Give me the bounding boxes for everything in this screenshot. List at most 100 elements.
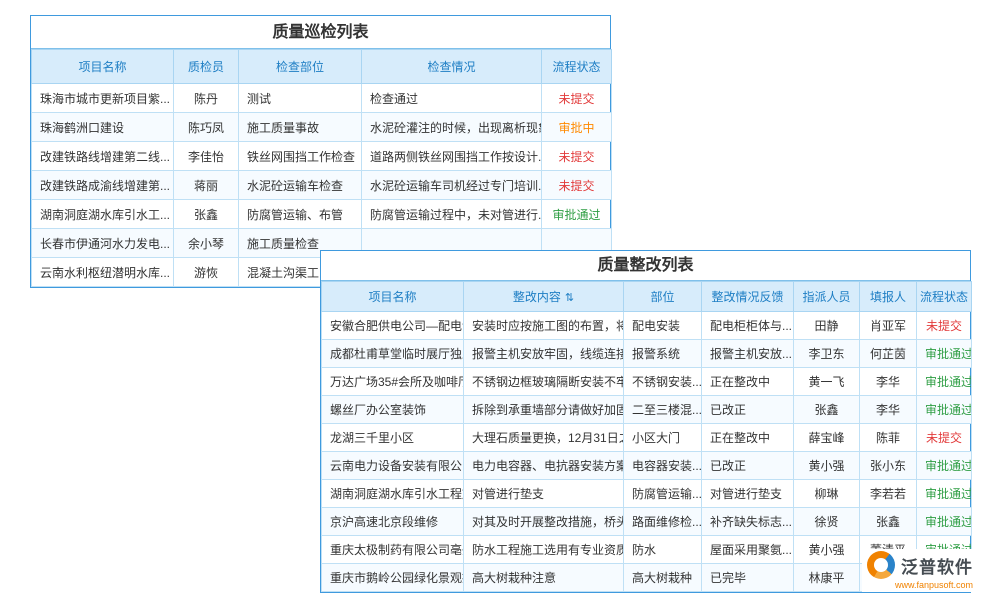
inspector-name[interactable]: 李佳怡 [174, 142, 239, 171]
column-label: 质检员 [188, 60, 224, 74]
reporter-name[interactable]: 李华 [860, 396, 917, 424]
reporter-name[interactable]: 何芷茵 [860, 340, 917, 368]
project-name-link[interactable]: 重庆太极制药有限公司亳州中... [322, 536, 464, 564]
sort-icon[interactable]: ⇅ [565, 292, 574, 304]
project-name-link[interactable]: 长春市伊通河水力发电... [32, 229, 174, 258]
assignee-name[interactable]: 李卫东 [794, 340, 860, 368]
inspector-name[interactable]: 游恢 [174, 258, 239, 287]
column-label: 项目名称 [368, 290, 416, 304]
inspector-name[interactable]: 陈巧凤 [174, 113, 239, 142]
assignee-name[interactable]: 林康平 [794, 564, 860, 592]
table-row: 成都杜甫草堂临时展厅独立展...报警主机安放牢固，线缆连接...报警系统报警主机… [322, 340, 972, 368]
reporter-name[interactable]: 张小东 [860, 452, 917, 480]
table-row: 螺丝厂办公室装饰拆除到承重墙部分请做好加固...二至三楼混...已改正张鑫李华审… [322, 396, 972, 424]
table-row: 珠海鹤洲口建设陈巧凤施工质量事故水泥砼灌注的时候，出现离析现象审批中 [32, 113, 612, 142]
rectify-table-title: 质量整改列表 [321, 251, 970, 281]
project-name-link[interactable]: 珠海鹤洲口建设 [32, 113, 174, 142]
reporter-name[interactable]: 张鑫 [860, 508, 917, 536]
project-name-link[interactable]: 云南水利枢纽潜明水库... [32, 258, 174, 287]
rectify-feedback: 配电柜柜体与... [702, 312, 794, 340]
part: 防水 [624, 536, 702, 564]
inspector-name[interactable]: 张鑫 [174, 200, 239, 229]
inspection-part: 施工质量事故 [239, 113, 362, 142]
brand-logo: 泛普软件 www.fanpusoft.com [862, 549, 978, 592]
flow-status: 审批通过 [917, 508, 972, 536]
reporter-name[interactable]: 李华 [860, 368, 917, 396]
rectify-feedback: 已完毕 [702, 564, 794, 592]
project-name-link[interactable]: 安徽合肥供电公司—配电设备... [322, 312, 464, 340]
inspection-situation: 道路两侧铁丝网围挡工作按设计... [362, 142, 542, 171]
project-name-link[interactable]: 云南电力设备安装有限公司20... [322, 452, 464, 480]
part: 电容器安装... [624, 452, 702, 480]
rectify-content: 大理石质量更换，12月31日之... [464, 424, 624, 452]
assignee-name[interactable]: 田静 [794, 312, 860, 340]
project-name-link[interactable]: 重庆市鹅岭公园绿化景观提升... [322, 564, 464, 592]
column-header-reporter: 填报人 [860, 282, 917, 312]
assignee-name[interactable]: 黄一飞 [794, 368, 860, 396]
project-name-link[interactable]: 螺丝厂办公室装饰 [322, 396, 464, 424]
part: 路面维修检... [624, 508, 702, 536]
project-name-link[interactable]: 珠海市城市更新项目紫... [32, 84, 174, 113]
brand-url: www.fanpusoft.com [867, 580, 973, 590]
project-name-link[interactable]: 改建铁路成渝线增建第... [32, 171, 174, 200]
column-header-part: 部位 [624, 282, 702, 312]
part: 配电安装 [624, 312, 702, 340]
inspection-part: 铁丝网围挡工作检查 [239, 142, 362, 171]
reporter-name[interactable]: 李若若 [860, 480, 917, 508]
inspection-table-title: 质量巡检列表 [31, 16, 610, 49]
column-label: 部位 [650, 290, 674, 304]
flow-status: 审批通过 [917, 368, 972, 396]
column-header-assignee: 指派人员 [794, 282, 860, 312]
assignee-name[interactable]: 薛宝峰 [794, 424, 860, 452]
project-name-link[interactable]: 京沪高速北京段维修 [322, 508, 464, 536]
rectify-feedback: 补齐缺失标志... [702, 508, 794, 536]
assignee-name[interactable]: 张鑫 [794, 396, 860, 424]
column-header-inspector: 质检员 [174, 50, 239, 84]
project-name-link[interactable]: 龙湖三千里小区 [322, 424, 464, 452]
project-name-link[interactable]: 湖南洞庭湖水库引水工... [32, 200, 174, 229]
part: 不锈钢安装... [624, 368, 702, 396]
column-label: 整改情况反馈 [711, 290, 783, 304]
assignee-name[interactable]: 柳琳 [794, 480, 860, 508]
project-name-link[interactable]: 湖南洞庭湖水库引水工程施工... [322, 480, 464, 508]
project-name-link[interactable]: 改建铁路线增建第二线... [32, 142, 174, 171]
assignee-name[interactable]: 徐贤 [794, 508, 860, 536]
rectify-content: 拆除到承重墙部分请做好加固... [464, 396, 624, 424]
part: 防腐管运输... [624, 480, 702, 508]
column-label: 流程状态 [552, 60, 600, 74]
column-header-status: 流程状态 [917, 282, 972, 312]
column-label: 填报人 [870, 290, 906, 304]
rectify-table: 质量整改列表 项目名称整改内容⇅部位整改情况反馈指派人员填报人流程状态 安徽合肥… [320, 250, 971, 593]
rectify-content: 报警主机安放牢固，线缆连接... [464, 340, 624, 368]
rectify-content: 防水工程施工选用有专业资质... [464, 536, 624, 564]
project-name-link[interactable]: 万达广场35#会所及咖啡厅空... [322, 368, 464, 396]
assignee-name[interactable]: 黄小强 [794, 536, 860, 564]
inspection-part: 防腐管运输、布管 [239, 200, 362, 229]
inspector-name[interactable]: 陈丹 [174, 84, 239, 113]
flow-status: 审批通过 [917, 396, 972, 424]
part: 小区大门 [624, 424, 702, 452]
flow-status: 审批中 [542, 113, 612, 142]
rectify-feedback: 正在整改中 [702, 368, 794, 396]
column-header-status: 流程状态 [542, 50, 612, 84]
flow-status: 未提交 [542, 142, 612, 171]
inspector-name[interactable]: 蒋丽 [174, 171, 239, 200]
rectify-feedback: 已改正 [702, 452, 794, 480]
column-label: 指派人员 [802, 290, 850, 304]
flow-status: 未提交 [542, 84, 612, 113]
inspection-header-row: 项目名称质检员检查部位检查情况流程状态 [32, 50, 612, 84]
project-name-link[interactable]: 成都杜甫草堂临时展厅独立展... [322, 340, 464, 368]
reporter-name[interactable]: 陈菲 [860, 424, 917, 452]
reporter-name[interactable]: 肖亚军 [860, 312, 917, 340]
assignee-name[interactable]: 黄小强 [794, 452, 860, 480]
rectify-content: 安装时应按施工图的布置，将... [464, 312, 624, 340]
table-row: 安徽合肥供电公司—配电设备...安装时应按施工图的布置，将...配电安装配电柜柜… [322, 312, 972, 340]
flow-status: 审批通过 [917, 452, 972, 480]
inspection-situation: 水泥砼灌注的时候，出现离析现象 [362, 113, 542, 142]
flow-status: 未提交 [542, 171, 612, 200]
brand-name: 泛普软件 [901, 553, 973, 578]
table-row: 京沪高速北京段维修对其及时开展整改措施，桥头...路面维修检...补齐缺失标志.… [322, 508, 972, 536]
part: 二至三楼混... [624, 396, 702, 424]
column-header-feedback: 整改情况反馈 [702, 282, 794, 312]
inspector-name[interactable]: 余小琴 [174, 229, 239, 258]
